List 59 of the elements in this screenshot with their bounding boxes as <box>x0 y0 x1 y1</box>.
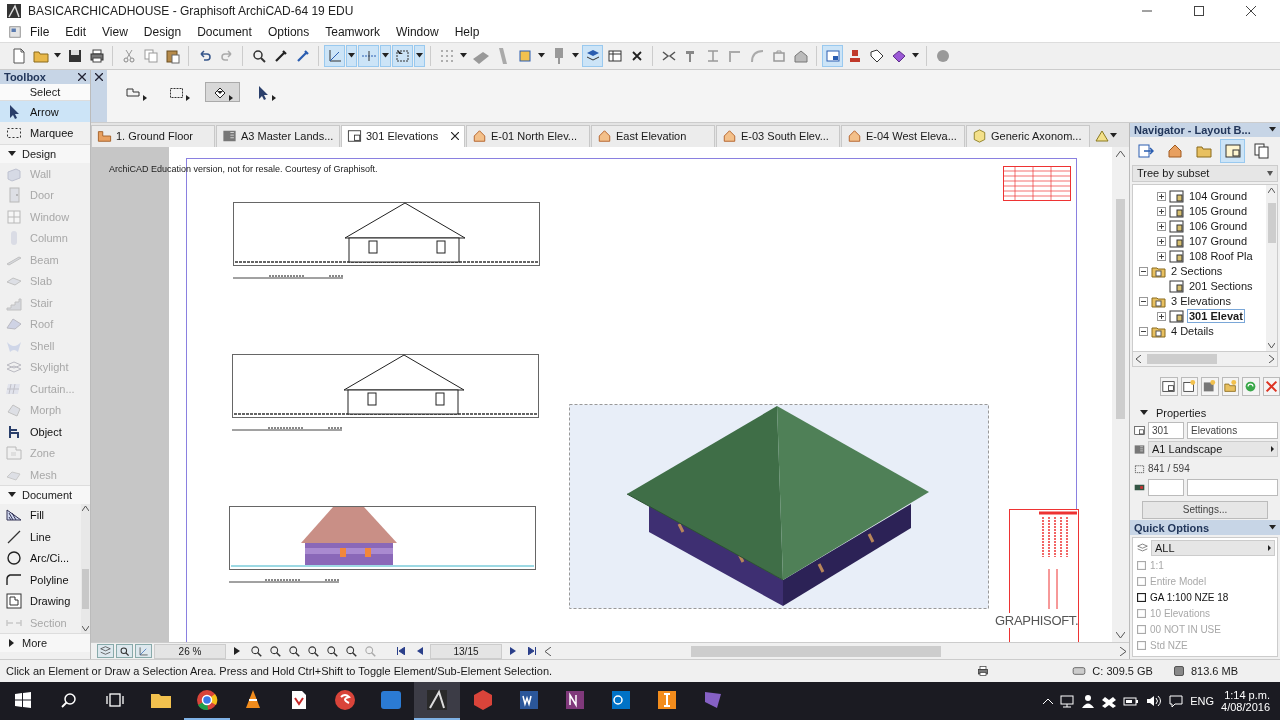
view-tab[interactable]: E-04 West Eleva... <box>841 124 965 147</box>
panel-title: Quick Options <box>1134 521 1210 534</box>
page-field[interactable]: 13/15 <box>430 643 502 659</box>
tree-item[interactable]: 107 Ground <box>1187 234 1250 249</box>
view-tab[interactable]: East Elevation <box>591 124 715 147</box>
memory-text: 813.6 MB <box>1190 665 1238 677</box>
master-dropdown[interactable]: A1 Landscape <box>1148 441 1278 458</box>
properties-header[interactable]: Properties <box>1130 404 1280 421</box>
tree-mode-dropdown[interactable]: Tree by subset <box>1132 164 1278 182</box>
panel-title: Navigator - Layout B... <box>1134 123 1251 136</box>
tool-item[interactable]: Line <box>0 525 81 548</box>
tool-item[interactable]: Marquee <box>0 122 90 144</box>
tool-item[interactable]: Fill <box>0 504 81 526</box>
tree-item[interactable]: 2 Sections <box>1169 264 1225 279</box>
view-tab[interactable]: Generic Axonom... <box>966 124 1090 147</box>
tree-item[interactable]: 104 Ground <box>1187 189 1250 204</box>
tree-item[interactable]: 106 Ground <box>1187 219 1250 234</box>
tool-item[interactable]: Arc/Ci... <box>0 547 81 569</box>
menu-item[interactable]: Window <box>387 23 447 41</box>
view-tab[interactable]: 1. Ground Floor <box>91 124 215 147</box>
settings-button[interactable]: Settings... <box>1142 500 1268 519</box>
menu-item[interactable]: Design <box>135 23 190 41</box>
panel-title: Toolbox <box>4 70 46 83</box>
language-indicator[interactable]: ENG <box>1190 695 1215 707</box>
section-header[interactable]: Document <box>0 485 90 505</box>
quick-option-item[interactable]: GA 1:100 NZE 18 <box>1133 589 1277 606</box>
zoom-field[interactable]: 26 % <box>154 643 226 659</box>
section-header[interactable]: Design <box>0 143 90 163</box>
view-tab[interactable]: A3 Master Lands... <box>216 124 340 147</box>
tree-item[interactable]: 301 Elevat <box>1187 309 1245 324</box>
tool-item[interactable]: Object <box>0 420 90 443</box>
clock-time: 1:14 p.m. <box>1224 689 1270 701</box>
status-message: Click an Element or Draw a Selection Area. Press and Hold Ctrl+Shift to Toggle Element/Sub-Element Selection. <box>6 665 553 677</box>
tree-item[interactable]: 201 Sections <box>1187 279 1255 294</box>
view-tab[interactable]: E-03 South Elev... <box>716 124 840 147</box>
name-field[interactable]: Elevations <box>1187 421 1278 439</box>
menu-item[interactable]: Teamwork <box>317 23 388 41</box>
tree-item[interactable]: 108 Roof Pla <box>1187 249 1255 264</box>
menu-item[interactable]: Help <box>446 23 488 41</box>
layer-filter-dropdown[interactable]: ALL <box>1151 539 1275 556</box>
view-tab[interactable]: E-01 North Elev... <box>466 124 590 147</box>
menu-item[interactable]: View <box>94 23 136 41</box>
section-header[interactable]: More <box>0 633 90 653</box>
window-title: BASICARCHICADHOUSE - Graphisoft ArchiCAD-64 19 EDU <box>28 4 354 18</box>
tree-item[interactable]: 3 Elevations <box>1169 294 1233 309</box>
menu-item[interactable]: Edit <box>57 23 95 41</box>
id-field[interactable]: 301 <box>1148 421 1184 439</box>
view-tab[interactable]: 301 Elevations <box>341 124 465 147</box>
clock-date: 4/08/2016 <box>1221 701 1270 713</box>
menu-item[interactable]: File <box>22 23 58 41</box>
menu-item[interactable]: Document <box>189 23 260 41</box>
size-text: 841 / 594 <box>1148 462 1190 474</box>
tool-item[interactable]: Polyline <box>0 568 81 591</box>
disk-space-text: C: 309.5 GB <box>1092 665 1153 677</box>
tool-item[interactable]: Drawing <box>0 590 81 612</box>
menu-item[interactable]: Options <box>259 23 318 41</box>
tool-item[interactable]: Arrow <box>0 100 90 123</box>
tree-item[interactable]: 105 Ground <box>1187 204 1250 219</box>
tree-item[interactable]: 4 Details <box>1169 324 1216 339</box>
